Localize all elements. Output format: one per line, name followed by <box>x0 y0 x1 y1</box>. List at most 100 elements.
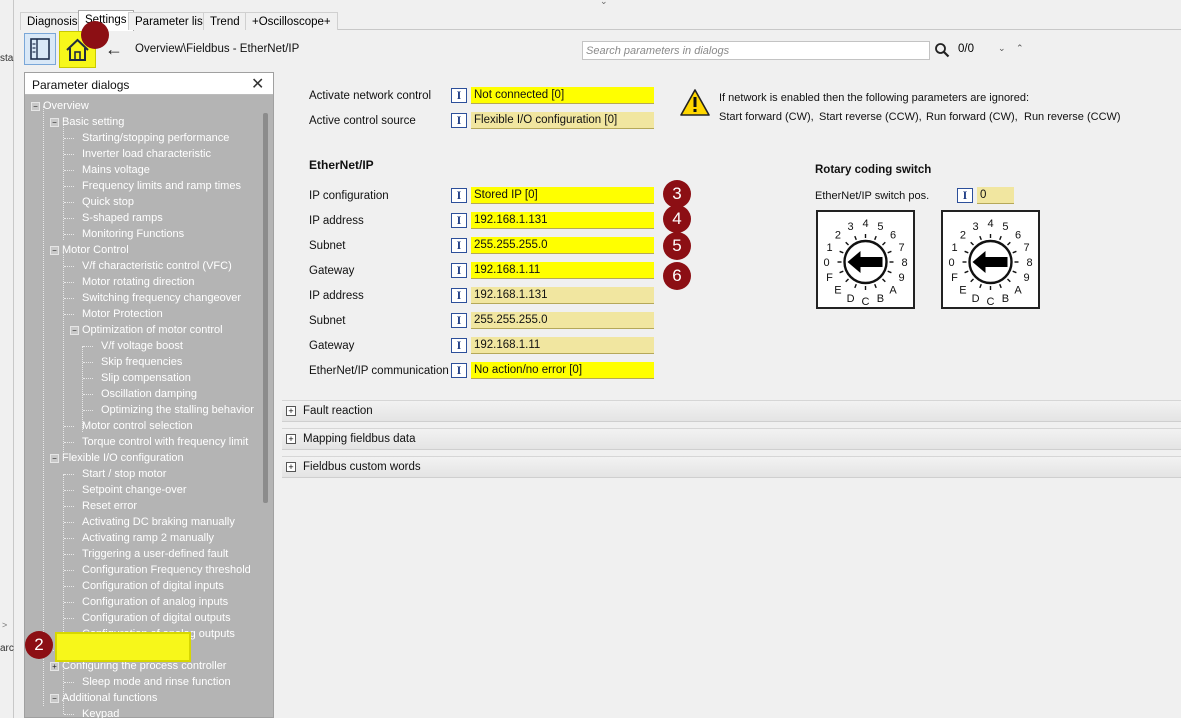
tab-trend[interactable]: Trend <box>203 12 247 30</box>
tree-scrollbar[interactable] <box>263 113 268 503</box>
tree-item[interactable]: S-shaped ramps <box>82 211 163 225</box>
info-i-icon[interactable]: I <box>451 363 467 378</box>
param-value[interactable]: 255.255.255.0 <box>471 237 654 254</box>
tree-item[interactable]: Oscillation damping <box>101 387 197 401</box>
tree-item[interactable]: Basic setting <box>62 115 124 129</box>
tree-item[interactable]: Inverter load characteristic <box>82 147 211 161</box>
expand-plus-icon[interactable]: + <box>286 406 296 416</box>
expand-plus-icon[interactable]: + <box>286 434 296 444</box>
info-i-icon[interactable]: I <box>451 288 467 303</box>
info-i-icon[interactable]: I <box>451 313 467 328</box>
search-input[interactable] <box>582 41 930 60</box>
tree-connector <box>64 218 74 219</box>
tree-item[interactable]: Optimizing the stalling behavior <box>101 403 254 417</box>
info-i-icon[interactable]: I <box>451 113 467 128</box>
section-mapping-fieldbus-data[interactable]: + Mapping fieldbus data <box>282 428 1181 450</box>
tree-collapse-icon[interactable]: − <box>70 326 79 335</box>
step-badge-3: 3 <box>663 180 691 208</box>
param-label: Gateway <box>309 340 355 352</box>
tree-item[interactable]: Flexible I/O configuration <box>62 451 184 465</box>
param-value: 192.168.1.11 <box>471 337 654 354</box>
tree-item[interactable]: Optimization of motor control <box>82 323 223 337</box>
tree-item[interactable]: Keypad <box>82 707 119 718</box>
close-icon[interactable]: ✕ <box>251 74 264 94</box>
tree-item[interactable]: Activating ramp 2 manually <box>82 531 214 545</box>
dial-tick <box>1007 241 1011 246</box>
next-result-chevron-down-icon[interactable]: ⌄ <box>998 43 1006 54</box>
rotary-dial-high[interactable]: 0 1234567 8 9ABCDEF <box>816 210 915 309</box>
info-i-icon[interactable]: I <box>451 263 467 278</box>
tree-item[interactable]: Additional functions <box>62 691 157 705</box>
info-i-icon[interactable]: I <box>451 213 467 228</box>
expand-plus-icon[interactable]: + <box>286 462 296 472</box>
search-icon[interactable] <box>934 42 950 58</box>
info-i-icon[interactable]: I <box>451 238 467 253</box>
rotary-section-title: Rotary coding switch <box>815 164 932 176</box>
dial-tick <box>882 241 886 246</box>
dial-digit: F <box>826 272 833 284</box>
rotary-dial-low[interactable]: 0 1234567 8 9ABCDEF <box>941 210 1040 309</box>
tree-item[interactable]: Configuration of analog inputs <box>82 595 228 609</box>
param-value[interactable]: 192.168.1.131 <box>471 212 654 229</box>
tree-item[interactable]: Motor control selection <box>82 419 193 433</box>
tree-item[interactable]: Mains voltage <box>82 163 150 177</box>
tree-collapse-icon[interactable]: − <box>50 454 59 463</box>
tree-collapse-icon[interactable]: − <box>50 118 59 127</box>
step-badge-6: 6 <box>663 262 691 290</box>
top-caret-icon[interactable]: ⌄ <box>600 0 608 7</box>
tree-item[interactable]: Triggering a user-defined fault <box>82 547 228 561</box>
tree-item[interactable]: Overview <box>43 99 89 113</box>
left-strip-fragment: sta <box>0 53 14 64</box>
tree-collapse-icon[interactable]: − <box>50 246 59 255</box>
tree-item[interactable]: Configuration Frequency threshold <box>82 563 251 577</box>
tree-item[interactable]: Setpoint change-over <box>82 483 187 497</box>
tree-item[interactable]: Motor Protection <box>82 307 163 321</box>
section-fieldbus-custom-words[interactable]: + Fieldbus custom words <box>282 456 1181 478</box>
tree-item[interactable]: Start / stop motor <box>82 467 166 481</box>
tree-collapse-icon[interactable]: − <box>31 102 40 111</box>
param-label-activate-network-control: Activate network control <box>309 90 432 102</box>
warning-item: Run forward (CW), <box>926 111 1018 123</box>
info-i-icon[interactable]: I <box>957 188 973 203</box>
param-value[interactable]: 192.168.1.11 <box>471 262 654 279</box>
tree-item[interactable]: Quick stop <box>82 195 134 209</box>
tree-connector <box>64 186 74 187</box>
tree-item[interactable]: Frequency limits and ramp times <box>82 179 241 193</box>
tree-item[interactable]: Monitoring Functions <box>82 227 184 241</box>
param-value-activate-network-control[interactable]: Not connected [0] <box>471 87 654 104</box>
tree-item[interactable]: V/f voltage boost <box>101 339 183 353</box>
info-i-icon[interactable]: I <box>451 188 467 203</box>
tree-item[interactable]: Switching frequency changeover <box>82 291 241 305</box>
tab-diagnosis[interactable]: Diagnosis <box>20 12 85 30</box>
tree-item[interactable]: Motor Control <box>62 243 129 257</box>
tree-expand-icon[interactable]: + <box>50 662 59 671</box>
tree-item[interactable]: V/f characteristic control (VFC) <box>82 259 232 273</box>
tab-oscilloscope[interactable]: +Oscilloscope+ <box>245 12 338 30</box>
tree-item[interactable]: Starting/stopping performance <box>82 131 229 145</box>
tab-parameter-list[interactable]: Parameter list <box>128 12 213 30</box>
rotary-switch-value: 0 <box>977 187 1014 204</box>
tree-collapse-icon[interactable]: − <box>50 694 59 703</box>
tree-item[interactable]: Configuration of digital outputs <box>82 611 231 625</box>
tree-item[interactable]: Torque control with frequency limit <box>82 435 248 449</box>
section-fault-reaction[interactable]: + Fault reaction <box>282 400 1181 422</box>
tree-item[interactable]: Activating DC braking manually <box>82 515 235 529</box>
param-label: Subnet <box>309 240 346 252</box>
info-i-icon[interactable]: I <box>451 338 467 353</box>
tree-connector <box>83 394 93 395</box>
section-label: Mapping fieldbus data <box>303 433 416 445</box>
tree-item[interactable]: Configuration of digital inputs <box>82 579 224 593</box>
tree-connector <box>83 410 93 411</box>
tree-item[interactable]: Slip compensation <box>101 371 191 385</box>
toggle-tree-button[interactable] <box>24 33 56 65</box>
tree-item[interactable]: Skip frequencies <box>101 355 182 369</box>
previous-result-chevron-up-icon[interactable]: ⌃ <box>1016 43 1024 54</box>
tree-item[interactable]: Reset error <box>82 499 137 513</box>
tree-item[interactable]: Motor rotating direction <box>82 275 195 289</box>
back-arrow-icon[interactable]: ← <box>102 38 126 62</box>
param-value[interactable]: No action/no error [0] <box>471 362 654 379</box>
left-strip-scroll-arrow[interactable]: > <box>2 620 7 630</box>
info-i-icon[interactable]: I <box>451 88 467 103</box>
param-value[interactable]: Stored IP [0] <box>471 187 654 204</box>
tree-item[interactable]: Sleep mode and rinse function <box>82 675 231 689</box>
